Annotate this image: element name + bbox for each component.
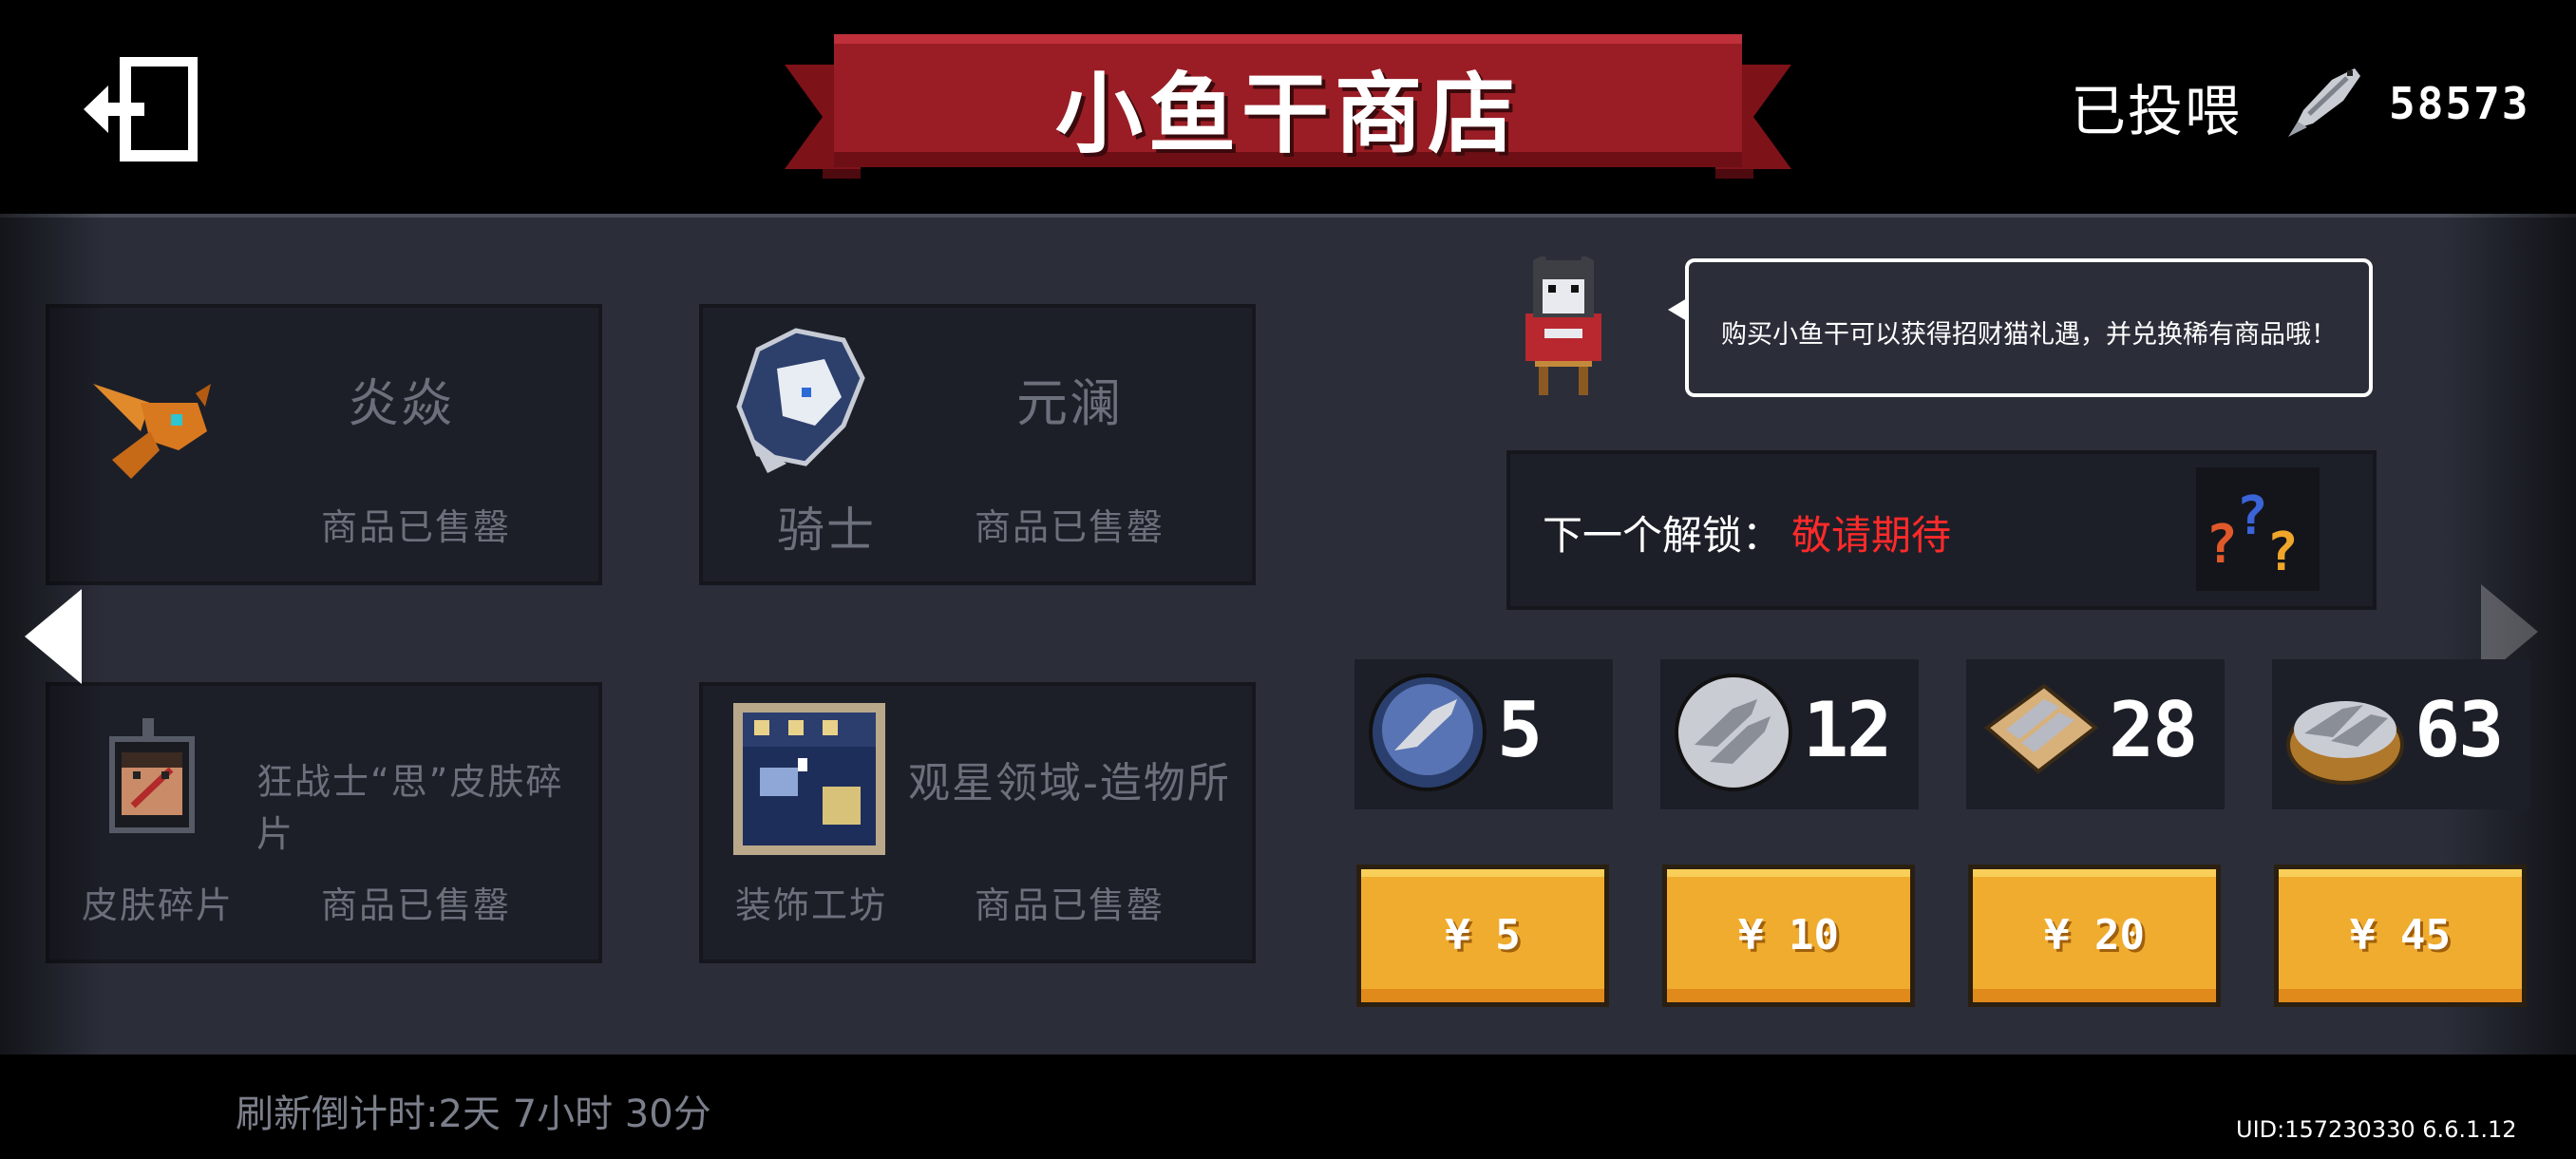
item-name: 观星领域-造物所 [908, 759, 1231, 808]
fish-plate-icon [1369, 674, 1487, 791]
svg-text:?: ? [2266, 522, 2299, 583]
sold-out-label: 商品已售罄 [321, 884, 512, 926]
fish-pile-plate-icon [1675, 674, 1792, 791]
next-unlock-box: 下一个解锁： 敬请期待 ? ? ? [1506, 450, 2377, 610]
fish-pack-huge: 63 [2272, 659, 2530, 809]
fish-tray-icon [1983, 683, 2099, 774]
knight-skin-yuanlan-icon [736, 328, 865, 473]
buy-button-price: ¥ 20 [2044, 911, 2145, 960]
buy-button-price: ¥ 5 [1445, 911, 1521, 960]
fish-pack-quantity: 12 [1803, 686, 1892, 774]
item-name: 元澜 [1016, 373, 1123, 433]
item-category: 装饰工坊 [735, 884, 888, 926]
fish-pack-quantity: 28 [2109, 686, 2198, 774]
item-name: 炎焱 [348, 373, 454, 433]
shop-item-card[interactable]: 元澜 骑士 商品已售罄 [699, 304, 1256, 585]
fish-basket-icon [2286, 701, 2404, 785]
question-marks-icon: ? ? ? [2196, 467, 2320, 591]
speech-bubble: 购买小鱼干可以获得招财猫礼遇，并兑换稀有商品哦！ [1685, 258, 2373, 397]
lucky-cat-vendor-icon [1525, 256, 1601, 395]
berserker-skin-fragment-icon [109, 718, 195, 833]
page-left-arrow-icon[interactable] [25, 589, 91, 684]
shop-item-card[interactable]: 炎焱 商品已售罄 [46, 304, 602, 585]
speech-bubble-tail [1668, 298, 1687, 321]
sold-out-label: 商品已售罄 [321, 506, 512, 548]
next-unlock-label: 下一个解锁： [1543, 512, 1783, 559]
svg-text:?: ? [2236, 485, 2268, 547]
buy-button-price: ¥ 45 [2350, 911, 2451, 960]
uid-version-label: UID:157230330 6.6.1.12 [2236, 1116, 2517, 1143]
fish-pack-quantity: 63 [2415, 686, 2504, 774]
refresh-countdown: 刷新倒计时:2天 7小时 30分 [236, 1092, 711, 1136]
buy-button-45[interactable]: ¥ 45 [2274, 864, 2527, 1007]
buy-button-price: ¥ 10 [1738, 911, 1839, 960]
next-unlock-value: 敬请期待 [1791, 512, 1952, 559]
sold-out-label: 商品已售罄 [975, 884, 1165, 926]
shop-title: 小鱼干商店 [1054, 64, 1521, 165]
shop-item-card[interactable]: 狂战士“思”皮肤碎片 皮肤碎片 商品已售罄 [46, 682, 602, 963]
buy-button-20[interactable]: ¥ 20 [1968, 864, 2221, 1007]
stargazing-workshop-icon [733, 703, 885, 855]
fish-pack-medium: 12 [1660, 659, 1919, 809]
svg-text:?: ? [2206, 514, 2238, 576]
item-category: 骑士 [777, 503, 876, 558]
exit-door-icon[interactable] [84, 57, 198, 162]
dried-fish-icon [2288, 68, 2360, 137]
buy-button-10[interactable]: ¥ 10 [1662, 864, 1915, 1007]
sold-out-label: 商品已售罄 [975, 506, 1165, 548]
fed-count: 58573 [2389, 78, 2530, 129]
item-name: 狂战士“思”皮肤碎片 [256, 761, 564, 855]
shop-item-card[interactable]: 观星领域-造物所 装饰工坊 商品已售罄 [699, 682, 1256, 963]
cat-speech-text: 购买小鱼干可以获得招财猫礼遇，并兑换稀有商品哦！ [1721, 320, 2337, 350]
fish-pack-small: 5 [1354, 659, 1613, 809]
orange-dragon-pet-icon [93, 384, 211, 479]
fish-pack-quantity: 5 [1497, 686, 1543, 774]
fed-label: 已投喂 [2071, 79, 2243, 143]
item-category: 皮肤碎片 [82, 884, 235, 926]
fish-pack-large: 28 [1966, 659, 2225, 809]
buy-button-5[interactable]: ¥ 5 [1356, 864, 1609, 1007]
